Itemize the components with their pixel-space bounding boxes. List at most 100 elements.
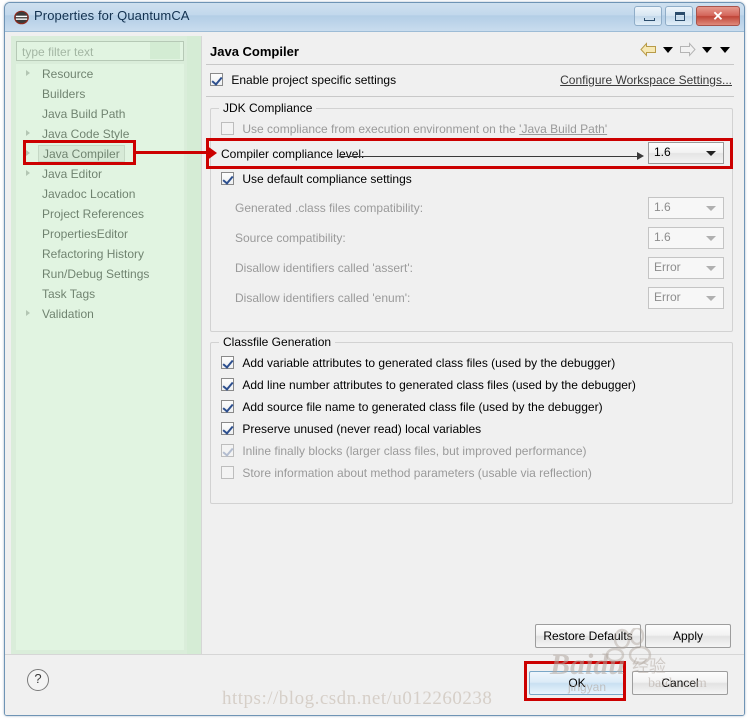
sidebar-item-run-debug-settings[interactable]: Run/Debug Settings bbox=[16, 264, 184, 284]
java-compiler-page: Java Compiler Enable project specific se… bbox=[201, 36, 738, 655]
disallow-assert-combo[interactable]: Error bbox=[648, 257, 724, 279]
checkbox-icon bbox=[221, 444, 234, 457]
ok-button[interactable]: OK bbox=[529, 671, 625, 695]
jdk-compliance-group: JDK Compliance Use compliance from execu… bbox=[210, 101, 733, 332]
expand-arrow-icon[interactable] bbox=[26, 130, 30, 136]
checkbox-icon bbox=[221, 378, 234, 391]
checkbox-icon bbox=[221, 356, 234, 369]
settings-tree-pane: Resource Builders Java Build Path Java C… bbox=[11, 36, 187, 655]
checkbox-icon bbox=[221, 466, 234, 479]
sidebar-item-label: Java Code Style bbox=[42, 127, 130, 141]
source-compatibility-combo[interactable]: 1.6 bbox=[648, 227, 724, 249]
screenshot-root: Properties for QuantumCA ✕ type filter t… bbox=[0, 0, 749, 720]
disallow-enum-label: Disallow identifiers called 'enum': bbox=[235, 291, 411, 305]
sidebar-item-java-compiler[interactable]: Java Compiler bbox=[16, 144, 184, 164]
combo-value: 1.6 bbox=[654, 200, 671, 214]
sidebar-item-label: Builders bbox=[42, 87, 86, 101]
enable-separator bbox=[206, 96, 734, 97]
add-variable-attributes-checkbox[interactable]: Add variable attributes to generated cla… bbox=[221, 355, 615, 372]
filter-box[interactable] bbox=[16, 41, 184, 61]
sidebar-item-project-references[interactable]: Project References bbox=[16, 204, 184, 224]
pane-sash[interactable] bbox=[187, 36, 201, 655]
checkbox-label: Preserve unused (never read) local varia… bbox=[242, 422, 482, 436]
checkbox-icon bbox=[210, 73, 223, 86]
minimize-button[interactable] bbox=[634, 6, 662, 26]
sidebar-item-validation[interactable]: Validation bbox=[16, 304, 184, 324]
store-method-parameters-checkbox[interactable]: Store information about method parameter… bbox=[221, 465, 592, 482]
chevron-down-icon bbox=[706, 266, 716, 271]
checkbox-label: Use default compliance settings bbox=[242, 172, 412, 186]
combo-value: Error bbox=[654, 290, 681, 304]
sidebar-item-label: Java Editor bbox=[42, 167, 103, 181]
add-line-number-attributes-checkbox[interactable]: Add line number attributes to generated … bbox=[221, 377, 636, 394]
combo-value: 1.6 bbox=[654, 230, 671, 244]
sidebar-item-java-code-style[interactable]: Java Code Style bbox=[16, 124, 184, 144]
maximize-icon bbox=[675, 12, 685, 21]
checkbox-icon bbox=[221, 172, 234, 185]
dialog-footer: ? OK Cancel bbox=[5, 654, 744, 715]
maximize-button[interactable] bbox=[665, 6, 693, 26]
title-separator bbox=[206, 64, 734, 65]
checkbox-label: Use compliance from execution environmen… bbox=[242, 122, 520, 136]
add-source-file-name-checkbox[interactable]: Add source file name to generated class … bbox=[221, 399, 603, 416]
jdk-compliance-legend: JDK Compliance bbox=[219, 101, 317, 115]
checkbox-label: Add source file name to generated class … bbox=[242, 400, 603, 414]
more-chevron-down-icon[interactable] bbox=[720, 46, 730, 53]
sidebar-item-java-editor[interactable]: Java Editor bbox=[16, 164, 184, 184]
cancel-button[interactable]: Cancel bbox=[632, 671, 728, 695]
apply-button[interactable]: Apply bbox=[645, 624, 731, 648]
sidebar-item-resource[interactable]: Resource bbox=[16, 64, 184, 84]
checkbox-icon bbox=[221, 422, 234, 435]
sidebar-item-java-build-path[interactable]: Java Build Path bbox=[16, 104, 184, 124]
compiler-compliance-level-combo[interactable]: 1.6 bbox=[648, 142, 724, 164]
sidebar-item-task-tags[interactable]: Task Tags bbox=[16, 284, 184, 304]
source-compatibility-label: Source compatibility: bbox=[235, 231, 346, 245]
page-title: Java Compiler bbox=[210, 44, 299, 59]
java-build-path-link[interactable]: 'Java Build Path' bbox=[519, 122, 607, 136]
expand-arrow-icon[interactable] bbox=[26, 150, 30, 156]
search-input[interactable] bbox=[20, 43, 182, 61]
properties-dialog-window: Properties for QuantumCA ✕ type filter t… bbox=[4, 2, 745, 716]
expand-arrow-icon[interactable] bbox=[26, 170, 30, 176]
restore-defaults-button[interactable]: Restore Defaults bbox=[535, 624, 641, 648]
chevron-down-icon bbox=[706, 206, 716, 211]
expand-arrow-icon[interactable] bbox=[26, 310, 30, 316]
forward-menu-chevron-down-icon[interactable] bbox=[702, 46, 712, 53]
preserve-unused-locals-checkbox[interactable]: Preserve unused (never read) local varia… bbox=[221, 421, 481, 438]
chevron-down-icon bbox=[706, 151, 716, 156]
sidebar-item-label: Java Compiler bbox=[38, 145, 125, 162]
page-nav-toolbar bbox=[640, 42, 732, 57]
disallow-enum-combo[interactable]: Error bbox=[648, 287, 724, 309]
sidebar-item-properties-editor[interactable]: PropertiesEditor bbox=[16, 224, 184, 244]
question-mark-icon[interactable]: ? bbox=[27, 669, 49, 691]
chevron-down-icon bbox=[706, 236, 716, 241]
use-default-compliance-settings-checkbox[interactable]: Use default compliance settings bbox=[221, 171, 412, 188]
configure-workspace-settings-link[interactable]: Configure Workspace Settings... bbox=[560, 73, 732, 87]
sidebar-item-label: Run/Debug Settings bbox=[42, 267, 150, 281]
sidebar-item-builders[interactable]: Builders bbox=[16, 84, 184, 104]
inline-finally-blocks-checkbox[interactable]: Inline finally blocks (larger class file… bbox=[221, 443, 586, 460]
sidebar-item-javadoc-location[interactable]: Javadoc Location bbox=[16, 184, 184, 204]
window-controls: ✕ bbox=[634, 6, 740, 26]
sidebar-item-label: Resource bbox=[42, 67, 94, 81]
settings-tree[interactable]: Resource Builders Java Build Path Java C… bbox=[16, 64, 184, 650]
combo-value: 1.6 bbox=[654, 145, 671, 159]
sidebar-item-label: Validation bbox=[42, 307, 94, 321]
classfile-generation-group: Classfile Generation Add variable attrib… bbox=[210, 335, 733, 504]
forward-arrow-icon bbox=[680, 42, 696, 57]
checkbox-label: Inline finally blocks (larger class file… bbox=[242, 444, 587, 458]
dialog-body: Resource Builders Java Build Path Java C… bbox=[5, 32, 744, 715]
back-arrow-icon[interactable] bbox=[640, 42, 657, 57]
sidebar-item-refactoring-history[interactable]: Refactoring History bbox=[16, 244, 184, 264]
enable-project-specific-settings-checkbox[interactable]: Enable project specific settings bbox=[210, 73, 396, 87]
close-button[interactable]: ✕ bbox=[696, 6, 740, 26]
expand-arrow-icon[interactable] bbox=[26, 70, 30, 76]
checkbox-icon bbox=[221, 400, 234, 413]
checkbox-icon bbox=[221, 122, 234, 135]
sidebar-item-label: PropertiesEditor bbox=[42, 227, 129, 241]
checkbox-label: Enable project specific settings bbox=[231, 73, 397, 87]
sidebar-item-label: Project References bbox=[42, 207, 145, 221]
use-execution-environment-checkbox[interactable]: Use compliance from execution environmen… bbox=[221, 121, 607, 138]
generated-class-compatibility-combo[interactable]: 1.6 bbox=[648, 197, 724, 219]
back-menu-chevron-down-icon[interactable] bbox=[663, 46, 673, 53]
